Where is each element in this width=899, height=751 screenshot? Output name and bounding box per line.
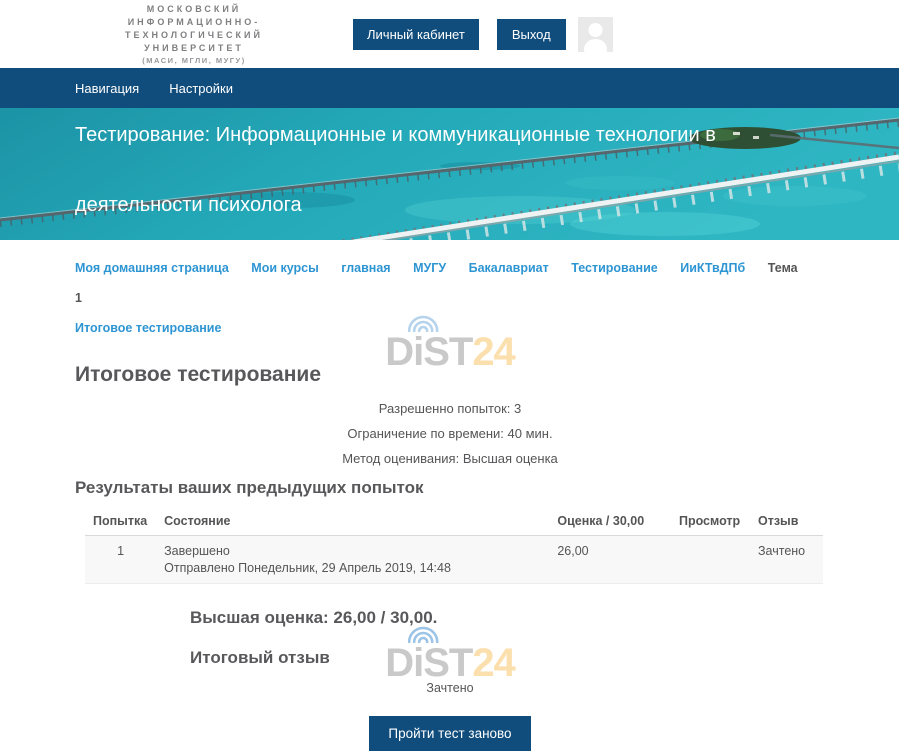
breadcrumb-mugu[interactable]: МУГУ xyxy=(413,261,446,275)
main-content: Моя домашняя страница Мои курсы главная … xyxy=(75,253,825,751)
col-state: Состояние xyxy=(156,508,549,536)
col-feedback: Отзыв xyxy=(750,508,823,536)
attempt-feedback: Зачтено xyxy=(750,536,823,584)
wifi-arcs-icon xyxy=(404,626,442,643)
user-avatar-icon xyxy=(578,17,613,52)
attempts-table: Попытка Состояние Оценка / 30,00 Просмот… xyxy=(85,508,823,584)
quiz-title-row: DiST24 Итоговое тестирование xyxy=(75,363,825,387)
breadcrumb-testing[interactable]: Тестирование xyxy=(571,261,658,275)
breadcrumb-row: Моя домашняя страница Мои курсы главная … xyxy=(75,253,825,313)
logo-line: МОСКОВСКИЙ xyxy=(75,3,313,16)
breadcrumb-row: Итоговое тестирование xyxy=(75,313,825,343)
logo-line: УНИВЕРСИТЕТ xyxy=(75,42,313,55)
nav-item-navigation[interactable]: Навигация xyxy=(75,81,139,96)
results-heading: Результаты ваших предыдущих попыток xyxy=(75,478,825,498)
breadcrumb-bachelor[interactable]: Бакалавриат xyxy=(469,261,549,275)
breadcrumb: Моя домашняя страница Мои курсы главная … xyxy=(75,253,825,343)
page: МОСКОВСКИЙ ИНФОРМАЦИОННО-ТЕХНОЛОГИЧЕСКИЙ… xyxy=(0,0,899,701)
breadcrumb-main[interactable]: главная xyxy=(341,261,390,275)
main-navbar: Навигация Настройки xyxy=(0,68,899,108)
course-title-line1: Тестирование: Информационные и коммуника… xyxy=(75,124,716,146)
grading-method: Метод оценивания: Высшая оценка xyxy=(75,446,825,471)
table-row: 1 Завершено Отправлено Понедельник, 29 А… xyxy=(85,536,823,584)
attempt-submitted: Отправлено Понедельник, 29 Апрель 2019, … xyxy=(164,561,541,575)
attempt-state: Завершено Отправлено Понедельник, 29 Апр… xyxy=(156,536,549,584)
site-header: МОСКОВСКИЙ ИНФОРМАЦИОННО-ТЕХНОЛОГИЧЕСКИЙ… xyxy=(0,0,899,68)
col-attempt: Попытка xyxy=(85,508,156,536)
time-limit: Ограничение по времени: 40 мин. xyxy=(75,421,825,446)
attempts-header-row: Попытка Состояние Оценка / 30,00 Просмот… xyxy=(85,508,823,536)
attempt-number: 1 xyxy=(85,536,156,584)
best-grade: Высшая оценка: 26,00 / 30,00. xyxy=(190,608,825,628)
feedback-text: Зачтено xyxy=(75,681,825,695)
header-actions: Личный кабинет Выход xyxy=(353,17,613,52)
attempt-review xyxy=(671,536,750,584)
course-title-line2: деятельности психолога xyxy=(75,194,302,216)
breadcrumb-course-code[interactable]: ИиКТвДПб xyxy=(680,261,745,275)
retry-test-button[interactable]: Пройти тест заново xyxy=(369,716,530,751)
col-grade: Оценка / 30,00 xyxy=(549,508,671,536)
quiz-title: Итоговое тестирование xyxy=(75,363,825,387)
personal-cabinet-button[interactable]: Личный кабинет xyxy=(353,19,479,50)
breadcrumb-final-test[interactable]: Итоговое тестирование xyxy=(75,321,221,335)
university-logo: МОСКОВСКИЙ ИНФОРМАЦИОННО-ТЕХНОЛОГИЧЕСКИЙ… xyxy=(75,3,313,66)
attempts-allowed: Разрешенно попыток: 3 xyxy=(75,396,825,421)
attempt-grade: 26,00 xyxy=(549,536,671,584)
attempts-table-head: Попытка Состояние Оценка / 30,00 Просмот… xyxy=(85,508,823,536)
breadcrumb-my-courses[interactable]: Мои курсы xyxy=(251,261,319,275)
attempts-table-body: 1 Завершено Отправлено Понедельник, 29 А… xyxy=(85,536,823,584)
quiz-info: Разрешенно попыток: 3 Ограничение по вре… xyxy=(75,396,825,471)
logo-subline: (МАСИ, МГЛИ, МУГУ) xyxy=(75,55,313,66)
feedback-row: DiST24 Итоговый отзыв Зачтено xyxy=(75,648,825,695)
feedback-heading: Итоговый отзыв xyxy=(190,648,825,668)
breadcrumb-home[interactable]: Моя домашняя страница xyxy=(75,261,229,275)
logo-line: ИНФОРМАЦИОННО-ТЕХНОЛОГИЧЕСКИЙ xyxy=(75,16,313,42)
course-banner: Тестирование: Информационные и коммуника… xyxy=(0,108,899,240)
user-avatar[interactable] xyxy=(578,17,613,52)
logout-button[interactable]: Выход xyxy=(497,19,566,50)
course-title: Тестирование: Информационные и коммуника… xyxy=(75,108,775,240)
attempt-state-label: Завершено xyxy=(164,544,541,558)
col-review: Просмотр xyxy=(671,508,750,536)
nav-item-settings[interactable]: Настройки xyxy=(169,81,233,96)
retry-wrap: Пройти тест заново xyxy=(75,716,825,751)
